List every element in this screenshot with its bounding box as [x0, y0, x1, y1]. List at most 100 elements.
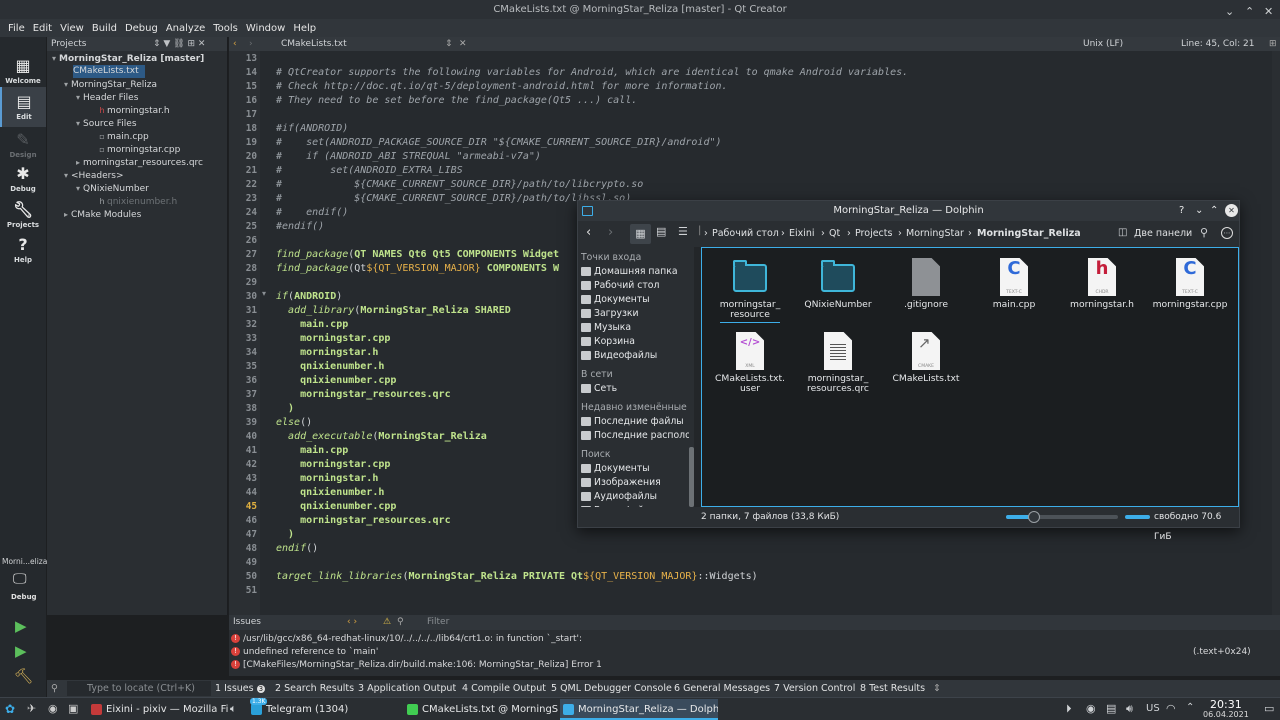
- places-item[interactable]: Изображения: [581, 476, 661, 490]
- keyboard-layout[interactable]: US: [1146, 703, 1160, 714]
- app-launcher-icon[interactable]: ✿: [5, 702, 15, 716]
- code-line[interactable]: # QtCreator supports the following varia…: [276, 66, 908, 80]
- details-view-icon[interactable]: ☰: [678, 225, 688, 238]
- breadcrumb-desktop[interactable]: Рабочий стол: [712, 228, 779, 239]
- tab-test-results[interactable]: 8 Test Results: [860, 680, 925, 697]
- editor-tab-title[interactable]: CMakeLists.txt: [281, 37, 347, 51]
- code-line[interactable]: # if (ANDROID_ABI STREQUAL "armeabi-v7a"…: [276, 150, 541, 164]
- tab-qml-debugger[interactable]: 5 QML Debugger Console: [551, 680, 672, 697]
- places-item[interactable]: Последние располо: [581, 429, 690, 443]
- maximize-icon[interactable]: ⌃: [1210, 201, 1218, 221]
- issues-filter-input[interactable]: Filter: [427, 615, 449, 630]
- issue-row[interactable]: ! [CMakeFiles/MorningStar_Reliza.dir/buil…: [229, 659, 1280, 672]
- code-line[interactable]: ): [276, 528, 294, 542]
- code-line[interactable]: target_link_libraries(MorningStar_Reliza…: [276, 570, 758, 584]
- tree-item-morningstar-cpp[interactable]: ▫ morningstar.cpp: [97, 143, 180, 156]
- places-item[interactable]: Корзина: [581, 335, 635, 349]
- search-icon[interactable]: ⚲: [1200, 226, 1208, 239]
- mode-edit[interactable]: ▤ Edit: [0, 87, 46, 127]
- code-line[interactable]: main.cpp: [276, 318, 348, 332]
- code-line[interactable]: ): [276, 402, 294, 416]
- clipboard-icon[interactable]: ▤: [1106, 702, 1116, 715]
- breadcrumb-projects[interactable]: Projects: [855, 228, 892, 239]
- locator-input[interactable]: Type to locate (Ctrl+K): [67, 681, 211, 696]
- code-line[interactable]: add_executable(MorningStar_Reliza: [276, 430, 487, 444]
- back-icon[interactable]: ‹: [586, 225, 591, 240]
- split-view-icon[interactable]: ◫: [1118, 227, 1127, 238]
- code-line[interactable]: #if(ANDROID): [276, 122, 348, 136]
- tab-issues[interactable]: 1 Issues 3: [215, 680, 266, 698]
- mode-debug[interactable]: ✱ Debug: [0, 159, 46, 199]
- chat-launcher-icon[interactable]: ◉: [48, 702, 58, 715]
- debug-run-icon[interactable]: ▶: [15, 642, 27, 660]
- tab-search-results[interactable]: 2 Search Results: [275, 680, 354, 697]
- menu-analyze[interactable]: Analyze: [162, 23, 209, 34]
- places-item[interactable]: Рабочий стол: [581, 279, 659, 293]
- zoom-slider[interactable]: [1006, 511, 1118, 523]
- tree-item-target[interactable]: ▾ MorningStar_Reliza: [61, 78, 157, 91]
- forward-icon[interactable]: ›: [608, 225, 613, 240]
- line-ending-selector[interactable]: Unix (LF): [1083, 37, 1123, 51]
- menu-view[interactable]: View: [56, 23, 88, 34]
- file-item[interactable]: morningstar_ resource: [710, 258, 790, 323]
- task-qt-creator[interactable]: CMakeLists.txt @ MorningSt...: [404, 699, 558, 720]
- tree-item-cmakelists[interactable]: CMakeLists.txt: [73, 65, 145, 78]
- code-line[interactable]: morningstar.h: [276, 472, 378, 486]
- close-icon[interactable]: ✕: [1225, 204, 1238, 217]
- back-icon[interactable]: ‹: [233, 37, 237, 51]
- menu-help[interactable]: Help: [289, 23, 320, 34]
- tray-expand-icon[interactable]: ⌃: [1186, 702, 1194, 713]
- code-line[interactable]: if(ANDROID): [276, 290, 342, 304]
- places-item[interactable]: Документы: [581, 462, 650, 476]
- fold-marker-icon[interactable]: ▾: [262, 289, 272, 303]
- breadcrumb-eixini[interactable]: Eixini: [789, 228, 815, 239]
- task-dolphin[interactable]: MorningStar_Reliza — Dolphin: [560, 699, 718, 720]
- run-icon[interactable]: ▶: [15, 617, 27, 635]
- file-item[interactable]: h CHDR morningstar.h: [1062, 258, 1142, 310]
- code-line[interactable]: morningstar.h: [276, 346, 378, 360]
- minimize-icon[interactable]: ⌄: [1195, 201, 1203, 221]
- editor-scrollbar[interactable]: [1272, 51, 1280, 615]
- places-item[interactable]: Видеофайлы: [581, 349, 657, 363]
- telegram-launcher-icon[interactable]: ✈: [27, 702, 36, 715]
- icons-view-icon[interactable]: ▦: [630, 224, 651, 244]
- file-item[interactable]: .gitignore: [886, 258, 966, 310]
- code-line[interactable]: find_package(QT NAMES Qt6 Qt5 COMPONENTS…: [276, 248, 559, 262]
- network-icon[interactable]: ◠: [1166, 702, 1176, 715]
- tree-item-main-cpp[interactable]: ▫ main.cpp: [97, 130, 148, 143]
- tab-application-output[interactable]: 3 Application Output: [358, 680, 456, 697]
- clock-date[interactable]: 06.04.2021: [1203, 710, 1249, 719]
- code-line[interactable]: # Check http://doc.qt.io/qt-5/deployment…: [276, 80, 728, 94]
- warning-filter-icon[interactable]: ⚠: [383, 615, 391, 630]
- code-line[interactable]: morningstar_resources.qrc: [276, 388, 451, 402]
- places-item[interactable]: Домашняя папка: [581, 265, 678, 279]
- tab-close-icon[interactable]: ✕: [459, 37, 467, 51]
- code-line[interactable]: # endif(): [276, 206, 348, 220]
- places-item[interactable]: Аудиофайлы: [581, 490, 657, 504]
- prev-issue-icon[interactable]: ‹ ›: [347, 615, 357, 630]
- more-tabs-icon[interactable]: ⇕: [933, 680, 941, 697]
- file-item[interactable]: </> XML CMakeLists.txt. user: [710, 332, 790, 394]
- zoom-slider-handle[interactable]: [1028, 511, 1040, 523]
- menu-window[interactable]: Window: [242, 23, 289, 34]
- tab-version-control[interactable]: 7 Version Control: [774, 680, 855, 697]
- code-line[interactable]: # They need to be set before the find_pa…: [276, 94, 637, 108]
- code-line[interactable]: qnixienumber.cpp: [276, 500, 396, 514]
- file-item[interactable]: QNixieNumber: [798, 258, 878, 310]
- tree-item-resources[interactable]: ▸ morningstar_resources.qrc: [73, 156, 203, 169]
- file-view[interactable]: morningstar_ resource QNixieNumber .gitigno…: [701, 247, 1239, 507]
- tree-item-headers[interactable]: ▾ <Headers>: [61, 169, 124, 182]
- code-line[interactable]: add_library(MorningStar_Reliza SHARED: [276, 304, 511, 318]
- code-line[interactable]: qnixienumber.h: [276, 360, 384, 374]
- places-item[interactable]: Сеть: [581, 382, 617, 396]
- menu-icon[interactable]: ⋯: [1221, 227, 1233, 239]
- places-item[interactable]: Последние файлы: [581, 415, 684, 429]
- help-icon[interactable]: ?: [1179, 201, 1184, 221]
- mode-projects[interactable]: 🔧︎ Projects: [0, 195, 46, 235]
- tab-compile-output[interactable]: 4 Compile Output: [462, 680, 546, 697]
- menu-edit[interactable]: Edit: [29, 23, 56, 34]
- tree-item-cmake-modules[interactable]: ▸ CMake Modules: [61, 208, 141, 221]
- build-hammer-icon[interactable]: 🔨︎: [14, 667, 33, 685]
- code-line[interactable]: morningstar_resources.qrc: [276, 514, 451, 528]
- terminal-launcher-icon[interactable]: ▣: [68, 702, 78, 715]
